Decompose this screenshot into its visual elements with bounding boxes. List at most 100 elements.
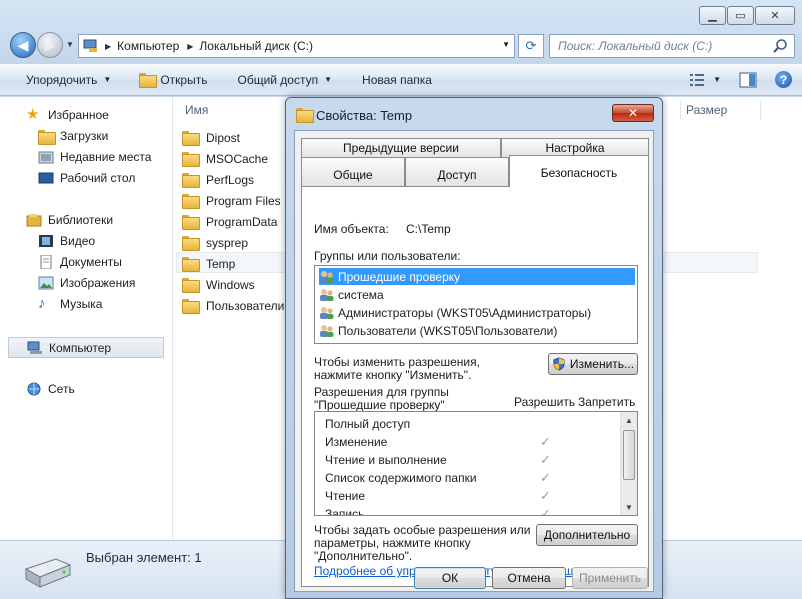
desktop-icon [38, 172, 54, 184]
maximize-button[interactable]: ▭ [727, 6, 754, 25]
column-header-name[interactable]: Имя [185, 103, 208, 117]
recent-pages-dropdown[interactable]: ▼ [66, 40, 74, 49]
advanced-hint-line-1: Чтобы задать особые разрешения или [314, 523, 531, 537]
file-name: Program Files [206, 193, 281, 208]
file-name: Windows [206, 277, 255, 292]
object-name-value: C:\Temp [406, 222, 451, 236]
scroll-down-icon[interactable]: ▼ [621, 499, 637, 515]
list-item-label: система [338, 287, 384, 302]
list-item-authenticated-users[interactable]: Прошедшие проверку [319, 268, 635, 285]
sidebar-item-libraries[interactable]: Библиотеки [26, 210, 113, 230]
breadcrumb-local-disk[interactable]: Локальный диск (C:) [199, 39, 313, 53]
sidebar-item-documents[interactable]: Документы [38, 252, 122, 272]
permissions-list[interactable]: Полный доступ Изменение ✓ Чтение и выполн… [314, 411, 638, 516]
advanced-button[interactable]: Дополнительно [536, 524, 638, 546]
ok-button[interactable]: ОК [414, 567, 486, 589]
new-folder-button[interactable]: Новая папка [362, 73, 432, 87]
breadcrumb-computer[interactable]: Компьютер [117, 39, 179, 53]
sidebar-item-favorites[interactable]: ★ Избранное [26, 105, 109, 125]
object-name-label: Имя объекта: [314, 222, 389, 236]
help-icon[interactable]: ? [775, 71, 792, 88]
dialog-folder-icon [296, 108, 314, 123]
chevron-down-icon: ▼ [324, 75, 333, 84]
groups-listbox[interactable]: Прошедшие проверку система Администратор… [314, 265, 638, 344]
sidebar-item-computer[interactable]: Компьютер [8, 337, 164, 358]
address-bar[interactable]: ▶ Компьютер ▶ Локальный диск (C:) ▼ [78, 34, 515, 58]
explorer-title-area: ▁ ▭ ✕ ◀ ▶ ▼ ▶ Компьютер ▶ Локальный диск… [0, 0, 802, 64]
close-icon: ✕ [627, 106, 639, 120]
chevron-down-icon: ▼ [103, 75, 112, 84]
list-item-administrators[interactable]: Администраторы (WKST05\Администраторы) [319, 304, 635, 321]
sidebar-item-desktop[interactable]: Рабочий стол [38, 168, 135, 188]
apply-button[interactable]: Применить [572, 567, 648, 589]
scroll-thumb[interactable] [623, 430, 635, 480]
sidebar-label: Недавние места [60, 150, 152, 164]
dialog-title: Свойства: Temp [316, 108, 413, 123]
security-tab-panel: Имя объекта: C:\Temp Группы или пользова… [301, 186, 649, 587]
cancel-button[interactable]: Отмена [492, 567, 566, 589]
address-dropdown-icon[interactable]: ▼ [502, 40, 510, 49]
sidebar-label: Библиотеки [48, 213, 114, 227]
permissions-for-line-2: "Прошедшие проверку" [314, 398, 445, 412]
minimize-button[interactable]: ▁ [699, 6, 726, 25]
column-header-size[interactable]: Размер [686, 103, 727, 117]
forward-button[interactable]: ▶ [37, 32, 63, 58]
permissions-scrollbar[interactable]: ▲ ▼ [620, 412, 637, 515]
tab-previous-versions[interactable]: Предыдущие версии [301, 138, 501, 157]
sidebar-item-music[interactable]: ♪ Музыка [38, 294, 102, 314]
search-placeholder: Поиск: Локальный диск (C:) [558, 39, 713, 53]
tab-general[interactable]: Общие [301, 157, 405, 186]
column-separator[interactable] [760, 101, 761, 119]
scroll-up-icon[interactable]: ▲ [621, 412, 637, 428]
close-icon: ✕ [770, 10, 780, 22]
organize-button[interactable]: Упорядочить ▼ [26, 73, 111, 87]
permission-row-full-control: Полный доступ [325, 415, 615, 433]
permission-label: Изменение [325, 435, 388, 449]
uac-shield-icon [553, 357, 565, 371]
search-input[interactable]: Поиск: Локальный диск (C:) [549, 34, 795, 58]
list-item-system[interactable]: система [319, 286, 635, 303]
permission-row-modify: Изменение ✓ [325, 433, 615, 451]
organize-label: Упорядочить [26, 72, 98, 87]
new-folder-label: Новая папка [362, 72, 432, 87]
dialog-close-button[interactable]: ✕ [612, 104, 654, 122]
sidebar-item-network[interactable]: Сеть [26, 379, 75, 399]
tab-security[interactable]: Безопасность [509, 155, 649, 187]
refresh-button[interactable]: ⟳ [518, 34, 544, 58]
view-dropdown-icon[interactable]: ▼ [713, 75, 721, 84]
back-button[interactable]: ◀ [10, 32, 36, 58]
hard-drive-icon [24, 558, 72, 588]
preview-pane-icon[interactable] [739, 72, 757, 88]
sidebar-label: Сеть [48, 382, 75, 396]
computer-icon [27, 341, 42, 354]
user-group-icon [320, 324, 334, 337]
groups-label: Группы или пользователи: [314, 249, 461, 263]
window-caption-buttons: ▁ ▭ ✕ [698, 6, 795, 25]
open-button[interactable]: Открыть [139, 73, 207, 88]
pane-divider[interactable] [172, 97, 173, 540]
dialog-body: Предыдущие версии Настройка Общие Доступ… [294, 130, 654, 592]
close-window-button[interactable]: ✕ [755, 6, 795, 25]
list-item-users[interactable]: Пользователи (WKST05\Пользователи) [319, 322, 635, 339]
list-item-label: Прошедшие проверку [338, 269, 461, 284]
sidebar-item-recent-places[interactable]: Недавние места [38, 147, 151, 167]
search-icon [773, 39, 787, 53]
maximize-icon: ▭ [735, 10, 746, 22]
view-options-icon[interactable] [689, 73, 705, 87]
column-separator[interactable] [680, 101, 681, 119]
change-permissions-button[interactable]: Изменить... [548, 353, 638, 375]
breadcrumb-separator-icon[interactable]: ▶ [105, 42, 111, 51]
sidebar-item-video[interactable]: Видео [38, 231, 95, 251]
file-name: PerfLogs [206, 172, 255, 187]
sidebar-item-images[interactable]: Изображения [38, 273, 135, 293]
star-icon: ★ [26, 106, 40, 123]
check-icon: ✓ [540, 434, 551, 449]
tab-sharing[interactable]: Доступ [405, 157, 509, 186]
breadcrumb-separator-icon[interactable]: ▶ [187, 42, 193, 51]
command-bar: Упорядочить ▼ Открыть Общий доступ ▼ Новая… [0, 64, 802, 96]
sidebar-item-downloads[interactable]: Загрузки [38, 126, 108, 146]
sidebar-label: Избранное [48, 108, 109, 122]
allow-column-header: Разрешить [514, 395, 576, 409]
documents-icon [40, 255, 52, 269]
share-button[interactable]: Общий доступ ▼ [237, 73, 332, 87]
